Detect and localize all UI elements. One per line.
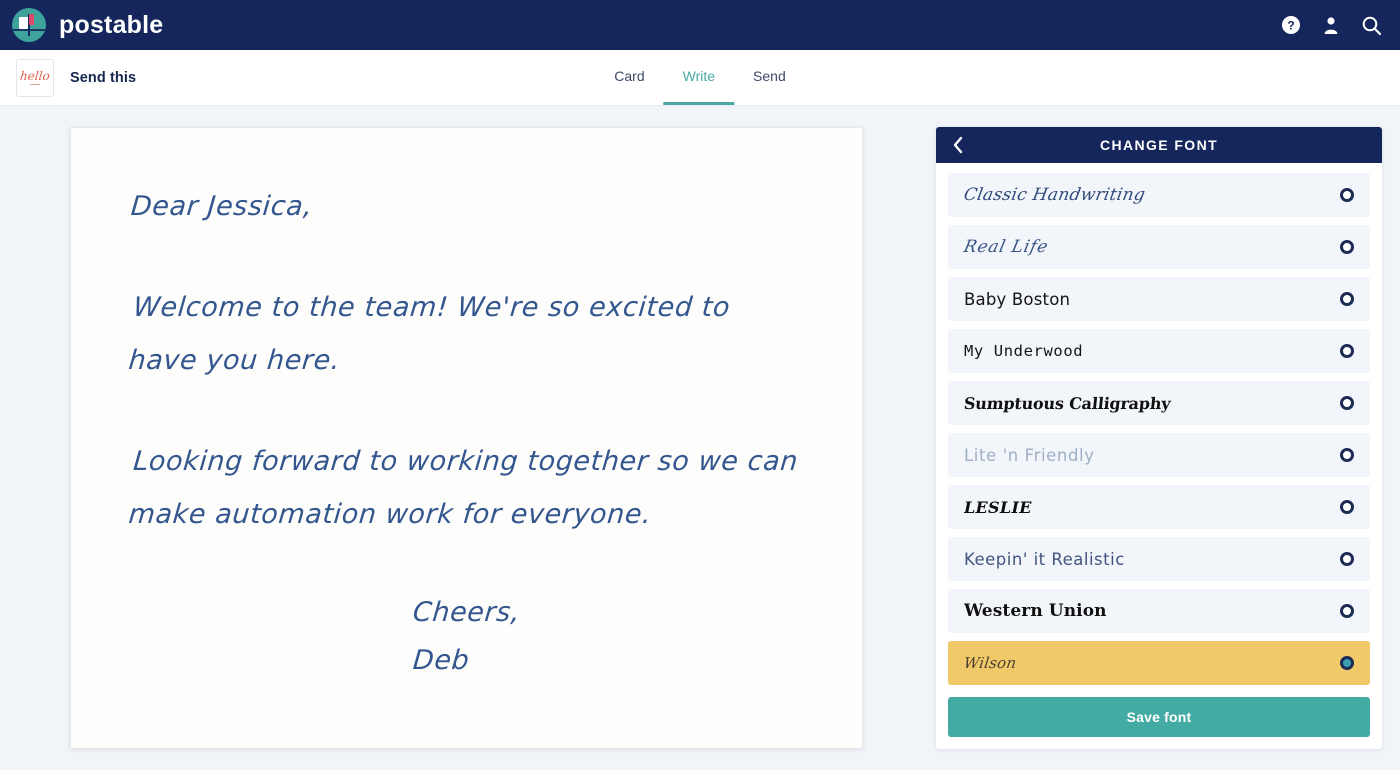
- change-font-panel-title: CHANGE FONT: [1099, 137, 1219, 153]
- font-option-my-underwood[interactable]: My Underwood: [948, 329, 1370, 373]
- card-closing: Cheers,: [411, 597, 522, 628]
- card-thumbnail-text: hello: [19, 69, 51, 83]
- font-option-western-union[interactable]: Western Union: [948, 589, 1370, 633]
- brand-name: postable: [59, 10, 164, 39]
- search-icon[interactable]: [1360, 14, 1382, 36]
- change-font-panel-header: CHANGE FONT: [936, 127, 1382, 163]
- svg-text:?: ?: [1287, 19, 1294, 33]
- card-paragraph-1-text: Welcome to the team! We're so excited to…: [127, 292, 741, 376]
- tab-send[interactable]: Send: [734, 50, 805, 105]
- brand-logo[interactable]: postable: [12, 8, 163, 42]
- font-option-sumptuous-calligraphy[interactable]: Sumptuous Calligraphy: [948, 381, 1370, 425]
- font-option-label: Classic Handwriting: [962, 185, 1147, 205]
- page-title: Send this: [70, 69, 137, 86]
- card-signoff: Cheers, Deb: [411, 589, 802, 685]
- chevron-left-icon[interactable]: [948, 135, 968, 155]
- font-option-label: Sumptuous Calligraphy: [963, 393, 1172, 413]
- font-option-leslie[interactable]: LESLIE: [948, 485, 1370, 529]
- font-radio[interactable]: [1340, 552, 1354, 566]
- font-radio[interactable]: [1340, 500, 1354, 514]
- font-radio-selected[interactable]: [1340, 656, 1354, 670]
- card-thumbnail-line: [30, 84, 40, 85]
- user-account-icon[interactable]: [1320, 14, 1342, 36]
- card-message-body[interactable]: Dear Jessica, Welcome to the team! We're…: [127, 180, 802, 685]
- save-font-button[interactable]: Save font: [948, 697, 1370, 737]
- font-option-baby-boston[interactable]: Baby Boston: [948, 277, 1370, 321]
- tab-write[interactable]: Write: [663, 50, 735, 105]
- workflow-tabs: Card Write Send: [595, 50, 804, 105]
- font-option-wilson[interactable]: Wilson: [948, 641, 1370, 685]
- font-option-label: My Underwood: [964, 342, 1084, 360]
- postbox-logo-icon: [12, 8, 46, 42]
- card-signature: Deb: [411, 645, 471, 676]
- font-radio[interactable]: [1340, 396, 1354, 410]
- font-radio[interactable]: [1340, 448, 1354, 462]
- font-radio[interactable]: [1340, 188, 1354, 202]
- font-option-lite-n-friendly[interactable]: Lite 'n Friendly: [948, 433, 1370, 477]
- help-circle-icon[interactable]: ?: [1280, 14, 1302, 36]
- card-greeting: Dear Jessica,: [129, 191, 314, 222]
- font-radio[interactable]: [1340, 604, 1354, 618]
- font-option-label: Keepin' it Realistic: [964, 549, 1125, 569]
- card-paragraph-2: Looking forward to working together so w…: [127, 435, 802, 541]
- change-font-panel: CHANGE FONT Classic Handwriting Real Lif…: [936, 127, 1382, 749]
- font-option-label: Western Union: [964, 601, 1107, 621]
- font-option-classic-handwriting[interactable]: Classic Handwriting: [948, 173, 1370, 217]
- main-content: Dear Jessica, Welcome to the team! We're…: [0, 106, 1400, 770]
- card-preview-editor[interactable]: Dear Jessica, Welcome to the team! We're…: [70, 127, 863, 749]
- font-option-label: Baby Boston: [964, 289, 1071, 309]
- card-greeting-paragraph: Dear Jessica,: [129, 180, 802, 233]
- font-option-real-life[interactable]: Real Life: [948, 225, 1370, 269]
- document-sub-header: hello Send this Card Write Send: [0, 50, 1400, 106]
- font-option-label: Lite 'n Friendly: [964, 445, 1095, 465]
- top-navigation-bar: postable ?: [0, 0, 1400, 50]
- font-option-label: Wilson: [962, 654, 1018, 672]
- font-list: Classic Handwriting Real Life Baby Bosto…: [936, 163, 1382, 749]
- font-option-keepin-it-realistic[interactable]: Keepin' it Realistic: [948, 537, 1370, 581]
- card-paragraph-1: Welcome to the team! We're so excited to…: [127, 281, 802, 387]
- font-option-label: Real Life: [961, 237, 1051, 257]
- top-actions: ?: [1280, 14, 1382, 36]
- tab-card[interactable]: Card: [595, 50, 663, 105]
- font-radio[interactable]: [1340, 240, 1354, 254]
- card-thumbnail[interactable]: hello: [16, 58, 54, 97]
- card-paragraph-2-text: Looking forward to working together so w…: [127, 446, 809, 530]
- font-radio[interactable]: [1340, 292, 1354, 306]
- font-option-label: LESLIE: [964, 497, 1032, 517]
- font-radio[interactable]: [1340, 344, 1354, 358]
